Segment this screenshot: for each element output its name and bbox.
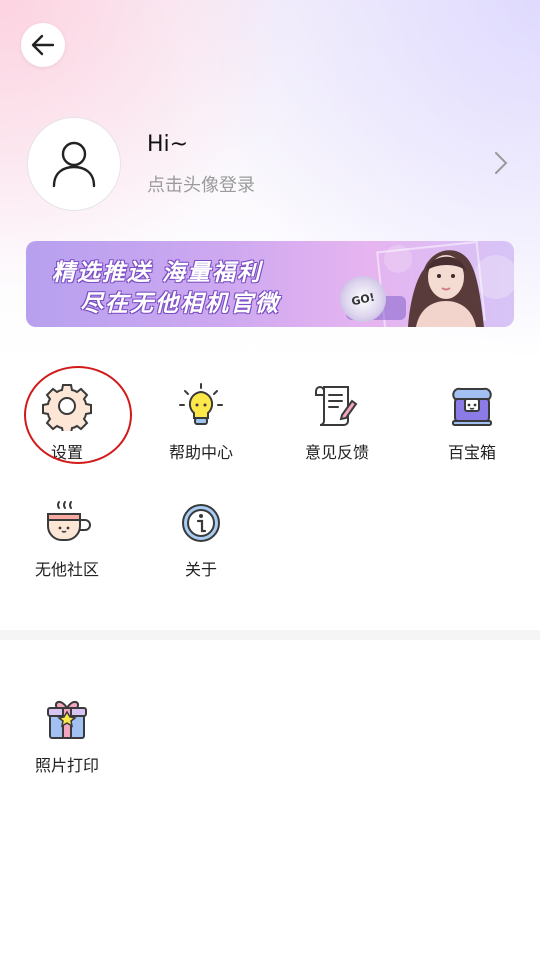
- menu-item-community[interactable]: 无他社区: [7, 498, 127, 580]
- user-icon: [52, 141, 96, 188]
- banner-title-line2: 尽在无他相机官微: [80, 291, 280, 317]
- menu-item-label: 关于: [184, 560, 217, 579]
- menu-item-help-center[interactable]: 帮助中心: [141, 381, 261, 463]
- promo-banner[interactable]: 精选推送 海量福利 尽在无他相机官微 GO!: [26, 241, 514, 327]
- chevron-right-icon[interactable]: [493, 150, 509, 176]
- menu-item-feedback[interactable]: 意见反馈: [277, 381, 397, 463]
- menu-item-label: 无他社区: [34, 560, 99, 579]
- menu-item-photo-print[interactable]: 照片打印: [7, 694, 127, 776]
- highlight-annotation: [24, 366, 132, 464]
- menu-item-label: 帮助中心: [168, 443, 233, 462]
- back-arrow-icon: [31, 34, 55, 56]
- lightbulb-icon: [179, 383, 223, 425]
- menu-item-label: 百宝箱: [447, 443, 496, 462]
- info-icon: [182, 504, 220, 542]
- back-button[interactable]: [21, 23, 65, 67]
- banner-model-image: [408, 250, 484, 327]
- feedback-scroll-icon: [315, 385, 358, 426]
- menu-item-label: 意见反馈: [304, 443, 369, 462]
- login-hint[interactable]: 点击头像登录: [147, 171, 255, 197]
- menu-item-about[interactable]: 关于: [141, 498, 261, 580]
- menu-item-toolbox[interactable]: 百宝箱: [412, 381, 532, 463]
- menu-item-label: 照片打印: [34, 756, 99, 775]
- avatar[interactable]: [27, 117, 121, 211]
- banner-title-line1: 精选推送 海量福利: [52, 260, 263, 286]
- treasure-chest-icon: [452, 387, 492, 426]
- greeting-text: Hi~: [147, 132, 189, 157]
- section-divider: [0, 630, 540, 640]
- coffee-cup-icon: [47, 501, 91, 541]
- gift-box-icon: [47, 701, 87, 739]
